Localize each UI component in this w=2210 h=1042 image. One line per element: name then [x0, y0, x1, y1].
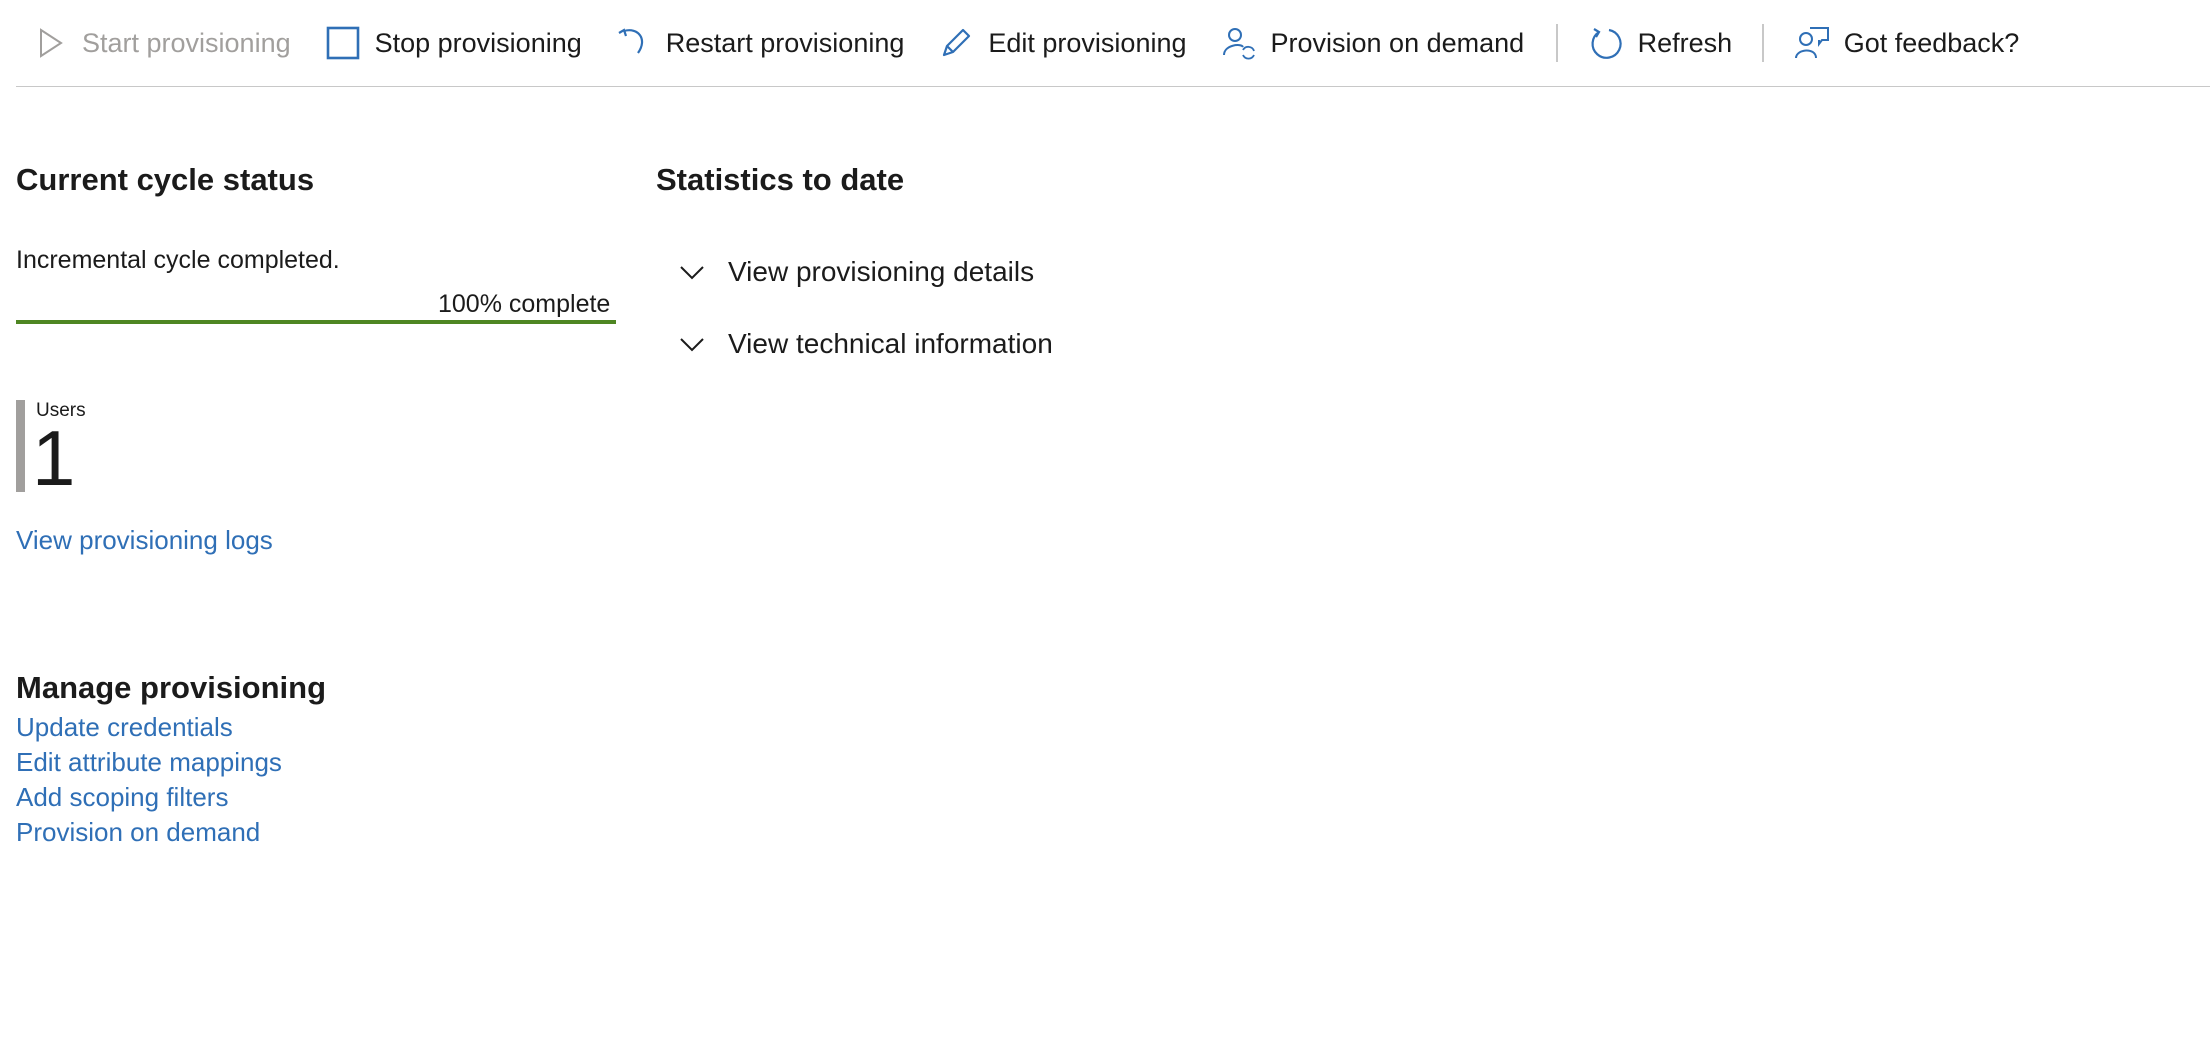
add-scoping-filters-link[interactable]: Add scoping filters [16, 782, 228, 813]
stop-square-icon [325, 25, 361, 61]
stop-provisioning-button[interactable]: Stop provisioning [325, 11, 582, 75]
start-provisioning-button[interactable]: Start provisioning [32, 11, 291, 75]
restart-arrow-icon [616, 25, 652, 61]
statistics-heading: Statistics to date [656, 162, 905, 197]
edit-provisioning-label: Edit provisioning [988, 27, 1187, 58]
expander-label: View provisioning details [728, 256, 1035, 287]
expander-label: View technical information [728, 328, 1053, 359]
command-bar: Start provisioning Stop provisioning Res… [16, 0, 2210, 87]
view-technical-information-expander[interactable]: View technical information [678, 328, 1053, 360]
current-cycle-heading: Current cycle status [16, 162, 315, 197]
progress-bar [16, 320, 616, 324]
stat-accent-bar [16, 400, 25, 492]
progress-label: 100% complete [438, 290, 611, 318]
stat-value: 1 [32, 414, 76, 502]
chevron-down-icon [678, 258, 706, 286]
manage-provisioning-heading: Manage provisioning [16, 670, 327, 705]
provisioning-overview-page: Start provisioning Stop provisioning Res… [0, 0, 2210, 1042]
refresh-icon [1588, 25, 1624, 61]
restart-provisioning-label: Restart provisioning [665, 27, 905, 58]
stop-provisioning-label: Stop provisioning [374, 27, 582, 58]
feedback-person-icon [1794, 25, 1830, 61]
feedback-label: Got feedback? [1843, 27, 2020, 58]
toolbar-divider [1762, 24, 1764, 62]
restart-provisioning-button[interactable]: Restart provisioning [616, 11, 905, 75]
provision-on-demand-label: Provision on demand [1270, 27, 1525, 58]
refresh-label: Refresh [1637, 27, 1733, 58]
cycle-status-text: Incremental cycle completed. [16, 246, 340, 274]
chevron-down-icon [678, 330, 706, 358]
toolbar-divider [1556, 24, 1558, 62]
edit-provisioning-button[interactable]: Edit provisioning [938, 11, 1187, 75]
progress-bar-fill [16, 320, 616, 324]
update-credentials-link[interactable]: Update credentials [16, 712, 233, 743]
pencil-icon [938, 25, 974, 61]
edit-attribute-mappings-link[interactable]: Edit attribute mappings [16, 747, 282, 778]
view-provisioning-logs-link[interactable]: View provisioning logs [16, 525, 273, 556]
provision-on-demand-link[interactable]: Provision on demand [16, 817, 260, 848]
play-icon [32, 25, 68, 61]
refresh-button[interactable]: Refresh [1588, 11, 1733, 75]
start-provisioning-label: Start provisioning [82, 27, 291, 58]
view-provisioning-details-expander[interactable]: View provisioning details [678, 256, 1034, 288]
user-sync-icon [1221, 25, 1257, 61]
provision-on-demand-button[interactable]: Provision on demand [1221, 11, 1525, 75]
feedback-button[interactable]: Got feedback? [1794, 11, 2020, 75]
